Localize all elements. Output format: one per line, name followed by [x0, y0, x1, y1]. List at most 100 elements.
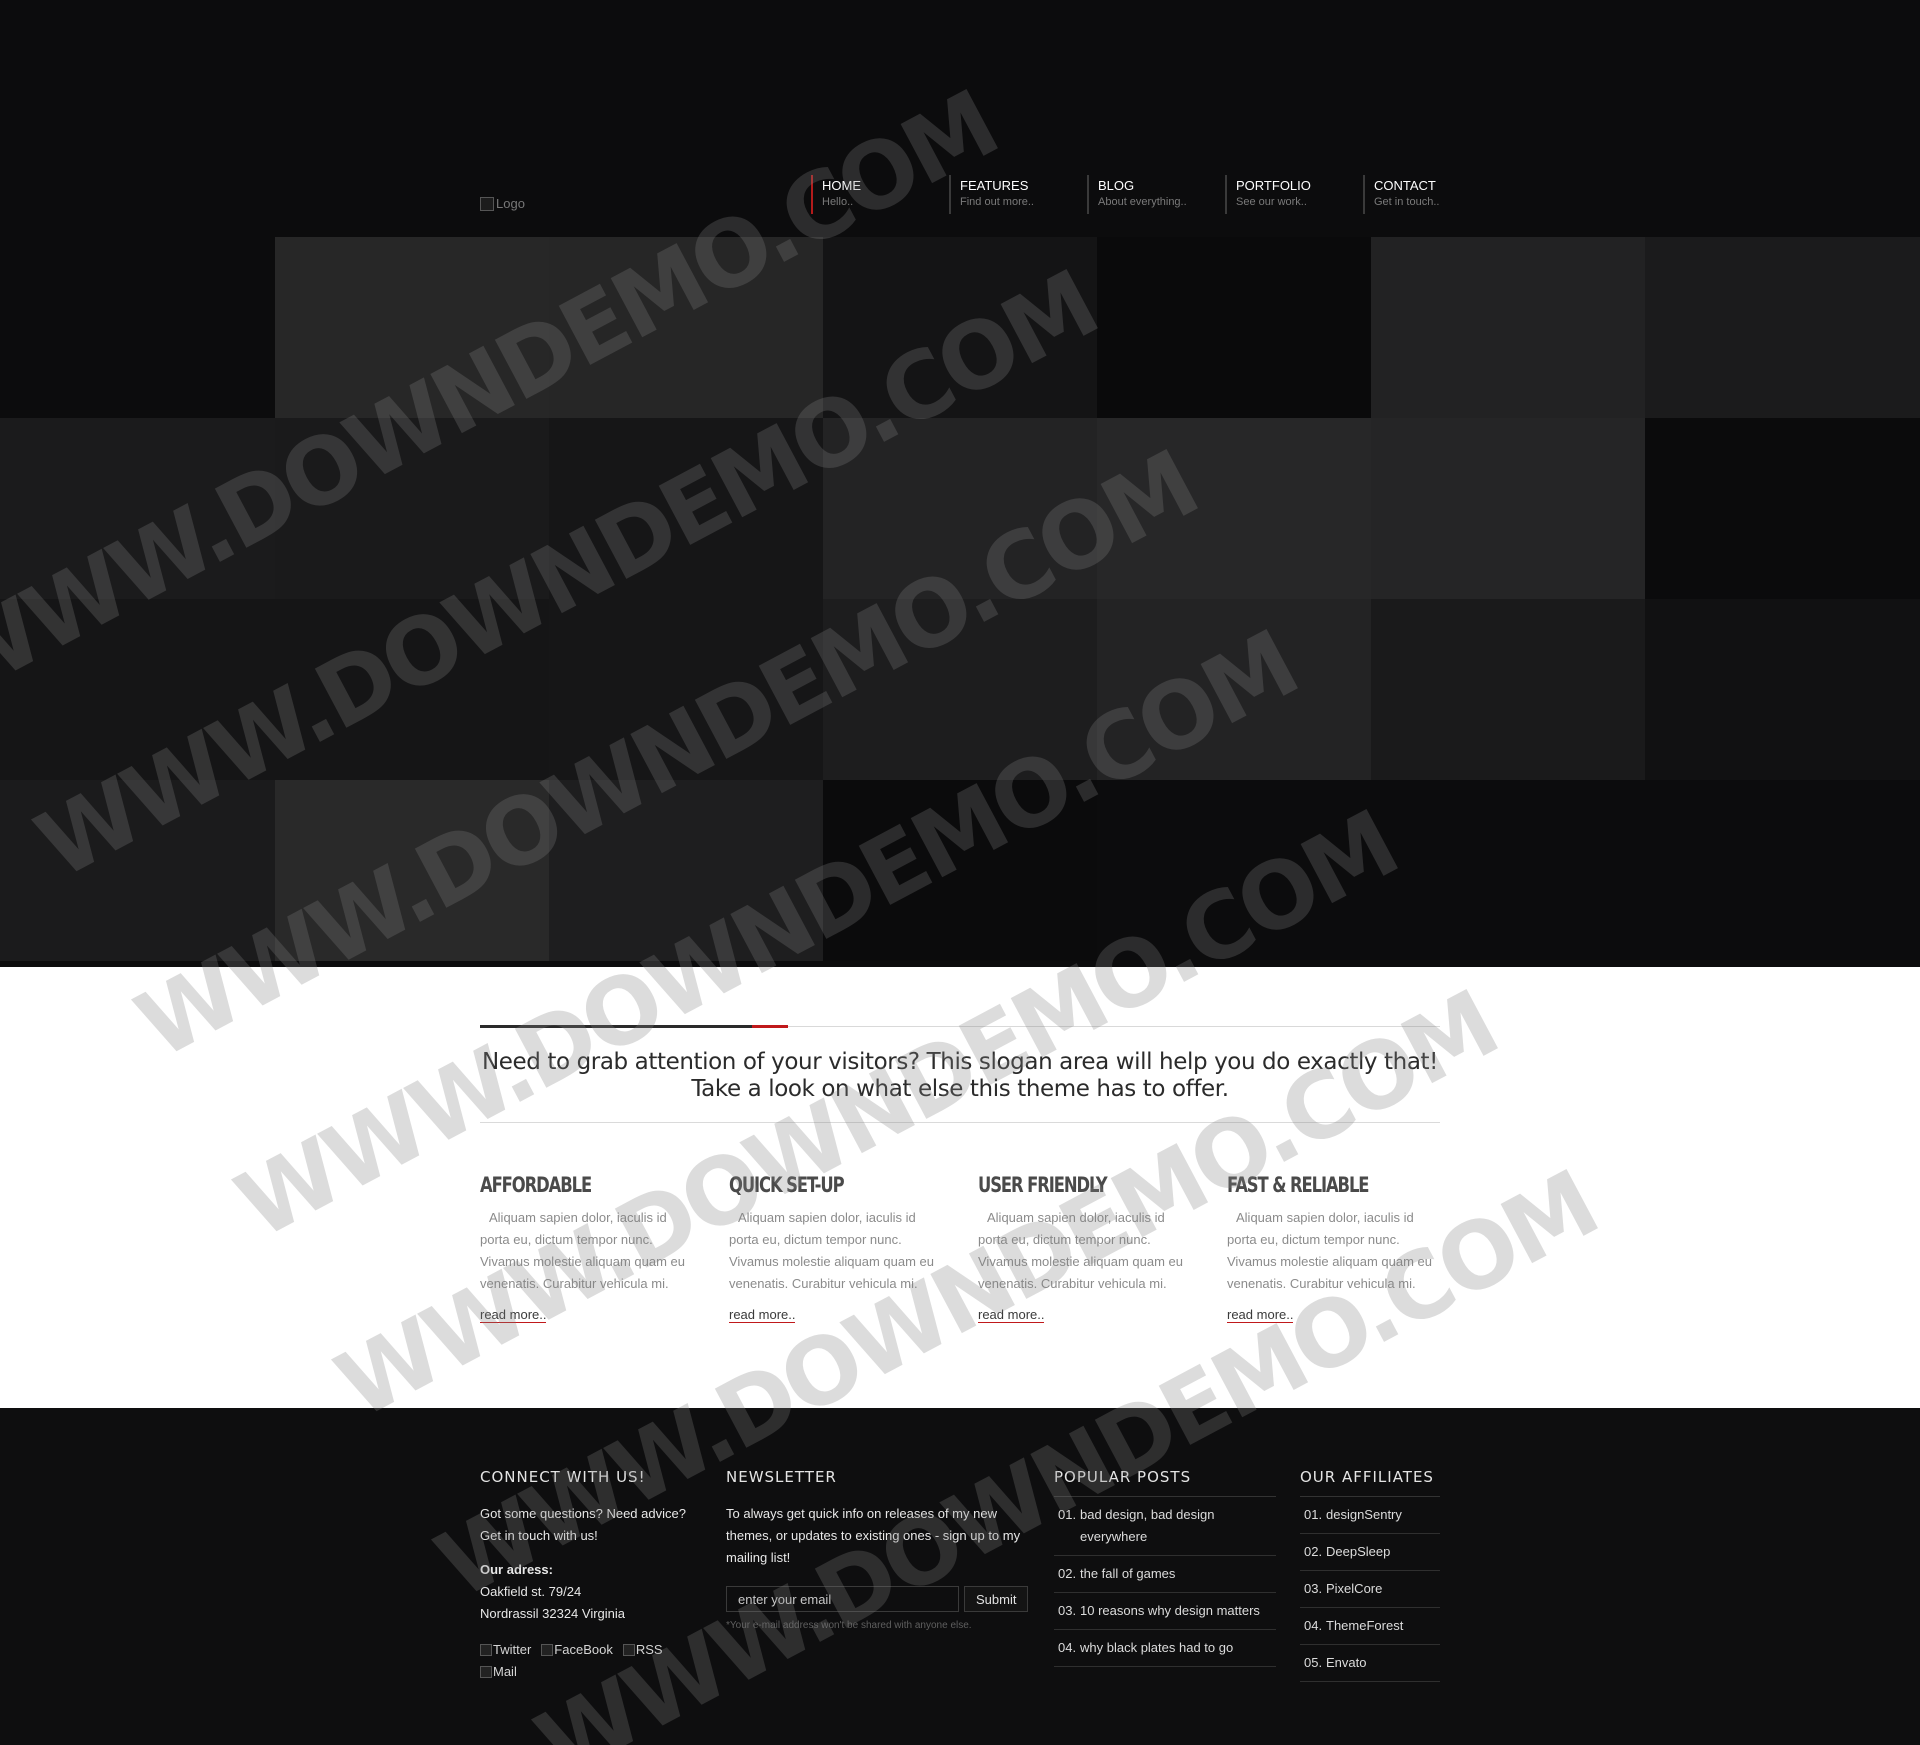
- logo[interactable]: Logo: [480, 196, 525, 211]
- affiliates-title: OUR AFFILIATES: [1300, 1468, 1440, 1497]
- post-link: the fall of games: [1080, 1566, 1176, 1581]
- connect-column: CONNECT WITH US! Got some questions? Nee…: [480, 1468, 695, 1683]
- feature-affordable: AFFORDABLE Aliquam sapien dolor, iaculis…: [480, 1173, 695, 1324]
- facebook-label: FaceBook: [554, 1642, 613, 1657]
- read-more-link[interactable]: read more..: [978, 1308, 1045, 1323]
- mail-link[interactable]: Mail: [480, 1661, 517, 1683]
- read-more-link[interactable]: read more..: [480, 1308, 547, 1323]
- nav-item-contact[interactable]: CONTACT Get in touch..: [1363, 175, 1501, 214]
- feature-user-friendly: USER FRIENDLY Aliquam sapien dolor, iacu…: [978, 1173, 1193, 1324]
- popular-posts-list: 01. bad design, bad design everywhere 02.…: [1054, 1497, 1276, 1667]
- read-more-link[interactable]: read more..: [729, 1308, 796, 1323]
- post-link: 10 reasons why design matters: [1080, 1603, 1260, 1618]
- slider-tile: [275, 237, 549, 418]
- feature-text: Aliquam sapien dolor, iaculis id porta e…: [1227, 1210, 1432, 1291]
- newsletter-form: Submit: [726, 1586, 1028, 1612]
- connect-title: CONNECT WITH US!: [480, 1468, 646, 1486]
- list-item[interactable]: 03. 10 reasons why design matters: [1054, 1593, 1276, 1630]
- popular-posts-title: POPULAR POSTS: [1054, 1468, 1276, 1497]
- affiliate-link: Envato: [1326, 1655, 1367, 1670]
- nav-subtitle: Find out more..: [960, 196, 1034, 208]
- facebook-link[interactable]: FaceBook: [541, 1639, 613, 1661]
- item-number: 04.: [1304, 1618, 1323, 1633]
- nav-item-home[interactable]: HOME Hello..: [811, 175, 949, 214]
- divider-accent-red: [752, 1025, 788, 1028]
- list-item[interactable]: 02. DeepSleep: [1300, 1534, 1440, 1571]
- newsletter-text: To always get quick info on releases of …: [726, 1506, 1021, 1565]
- slider-tile: [549, 237, 823, 418]
- nav-item-portfolio[interactable]: PORTFOLIO See our work..: [1225, 175, 1363, 214]
- rss-icon: [622, 1644, 635, 1656]
- submit-button[interactable]: Submit: [964, 1586, 1028, 1612]
- affiliate-link: ThemeForest: [1326, 1618, 1404, 1633]
- nav-subtitle: See our work..: [1236, 196, 1307, 208]
- slider-tile: [0, 418, 275, 599]
- feature-fast-reliable: FAST & RELIABLE Aliquam sapien dolor, ia…: [1227, 1173, 1442, 1324]
- nav-item-features[interactable]: FEATURES Find out more..: [949, 175, 1087, 214]
- post-link: why black plates had to go: [1080, 1640, 1234, 1655]
- list-item[interactable]: 02. the fall of games: [1054, 1556, 1276, 1593]
- read-more-link[interactable]: read more..: [1227, 1308, 1294, 1323]
- feature-text: Aliquam sapien dolor, iaculis id porta e…: [729, 1210, 934, 1291]
- newsletter-title: NEWSLETTER: [726, 1468, 837, 1486]
- item-number: 03.: [1304, 1581, 1323, 1596]
- slider-tile: [823, 418, 1097, 599]
- list-item[interactable]: 01. bad design, bad design everywhere: [1054, 1497, 1276, 1556]
- slider-tile: [1097, 418, 1371, 599]
- affiliate-link: DeepSleep: [1326, 1544, 1391, 1559]
- slider-tile: [1097, 599, 1371, 780]
- slider-tile: [1645, 599, 1920, 780]
- popular-posts-column: POPULAR POSTS 01. bad design, bad design …: [1054, 1468, 1276, 1667]
- item-number: 01.: [1304, 1507, 1323, 1522]
- nav-label: CONTACT: [1374, 178, 1436, 193]
- affiliate-link: PixelCore: [1326, 1581, 1383, 1596]
- connect-intro: Got some questions? Need advice? Get in …: [480, 1506, 686, 1543]
- hero-slider[interactable]: [0, 237, 1920, 967]
- slider-tile: [1371, 418, 1645, 599]
- item-number: 05.: [1304, 1655, 1323, 1670]
- slider-tile: [823, 237, 1097, 418]
- nav-label: BLOG: [1098, 178, 1135, 193]
- rss-link[interactable]: RSS: [622, 1639, 663, 1661]
- feature-text: Aliquam sapien dolor, iaculis id porta e…: [480, 1210, 685, 1291]
- address-label: Our adress:: [480, 1562, 553, 1577]
- nav-label: PORTFOLIO: [1236, 178, 1311, 193]
- slider-tile: [823, 780, 1097, 961]
- slider-tile: [275, 780, 549, 961]
- social-links: Twitter FaceBook RSS Mail: [480, 1639, 690, 1683]
- feature-title: AFFORDABLE: [480, 1173, 592, 1197]
- item-number: 03.: [1058, 1603, 1077, 1618]
- feature-title: USER FRIENDLY: [978, 1173, 1108, 1197]
- nav-label: HOME: [822, 178, 861, 193]
- address-line-1: Oakfield st. 79/24: [480, 1584, 582, 1599]
- feature-quick-setup: QUICK SET-UP Aliquam sapien dolor, iacul…: [729, 1173, 944, 1324]
- email-input[interactable]: [726, 1586, 960, 1612]
- slider-tile: [1097, 237, 1371, 418]
- slider-tile: [549, 599, 823, 780]
- address-block: Our adress: Oakfield st. 79/24 Nordrassi…: [480, 1559, 695, 1625]
- slider-tile: [0, 780, 275, 961]
- list-item[interactable]: 01. designSentry: [1300, 1497, 1440, 1534]
- twitter-link[interactable]: Twitter: [480, 1639, 531, 1661]
- item-number: 04.: [1058, 1640, 1077, 1655]
- site-header: Logo HOME Hello.. FEATURES Find out more…: [0, 0, 1920, 237]
- nav-item-blog[interactable]: BLOG About everything..: [1087, 175, 1225, 214]
- affiliate-link: designSentry: [1326, 1507, 1402, 1522]
- logo-alt-text: Logo: [496, 196, 525, 211]
- slider-tile: [1645, 237, 1920, 418]
- slider-tile: [1371, 599, 1645, 780]
- list-item[interactable]: 03. PixelCore: [1300, 1571, 1440, 1608]
- slider-tile: [0, 599, 275, 780]
- site-footer: CONNECT WITH US! Got some questions? Nee…: [0, 1408, 1920, 1745]
- facebook-icon: [541, 1644, 554, 1656]
- slider-tile: [823, 599, 1097, 780]
- list-item[interactable]: 04. ThemeForest: [1300, 1608, 1440, 1645]
- item-number: 02.: [1304, 1544, 1323, 1559]
- list-item[interactable]: 04. why black plates had to go: [1054, 1630, 1276, 1667]
- slider-tile: [549, 418, 823, 599]
- feature-title: FAST & RELIABLE: [1227, 1173, 1369, 1197]
- mail-icon: [480, 1666, 492, 1678]
- list-item[interactable]: 05. Envato: [1300, 1645, 1440, 1682]
- post-link: bad design, bad design everywhere: [1080, 1507, 1215, 1544]
- slogan-line-2: Take a look on what else this theme has …: [691, 1076, 1229, 1102]
